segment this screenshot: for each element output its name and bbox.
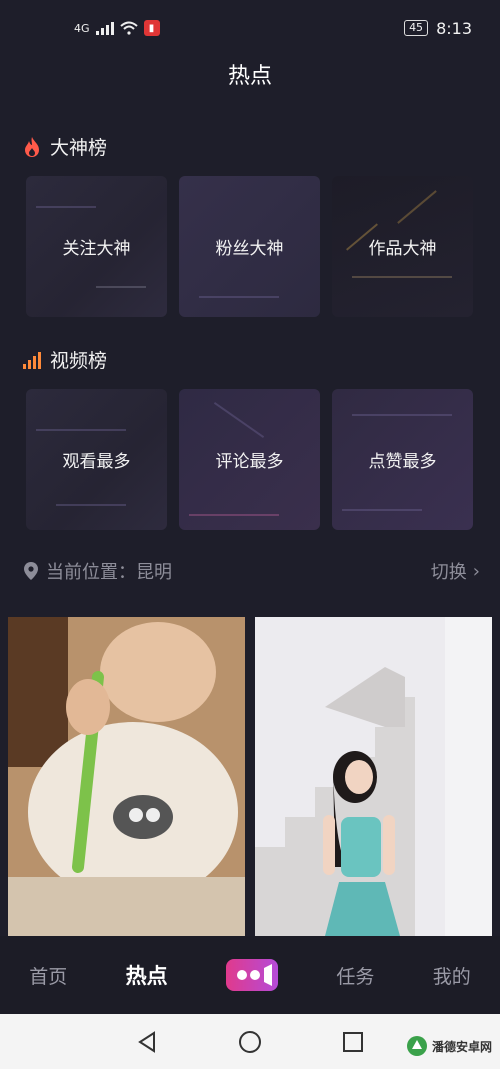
gods-section-title: 大神榜 — [50, 137, 108, 159]
watermark-logo-icon — [406, 1036, 427, 1056]
card-most-viewed[interactable]: 观看最多 — [26, 389, 167, 530]
card-works-gods[interactable]: 作品大神 — [332, 176, 473, 317]
gods-section-header: 大神榜 — [22, 133, 107, 160]
current-location: 当前位置：昆明 — [24, 558, 172, 584]
camera-record-button[interactable] — [225, 959, 278, 991]
clock: 8:13 — [436, 18, 472, 38]
page-title: 热点 — [227, 64, 272, 89]
card-label: 作品大神 — [368, 239, 437, 259]
videos-grid: 观看最多 评论最多 点赞最多 — [26, 389, 474, 530]
system-nav-bar: 潘德安卓网 — [0, 1014, 500, 1069]
video-camera-icon — [236, 964, 272, 986]
videos-section-title: 视频榜 — [50, 350, 108, 372]
back-icon[interactable] — [136, 1030, 158, 1054]
battery-icon: 45 — [404, 20, 429, 36]
home-icon[interactable] — [238, 1030, 262, 1054]
card-label: 评论最多 — [215, 452, 284, 472]
videos-section-header: 视频榜 — [22, 346, 107, 373]
card-fan-gods[interactable]: 粉丝大神 — [179, 176, 320, 317]
network-type: 4G — [74, 21, 90, 35]
baby-image — [8, 617, 245, 936]
bottom-nav: 首页 热点 任务 我的 — [0, 936, 500, 1014]
woman-image — [255, 617, 492, 936]
card-label: 观看最多 — [62, 452, 131, 472]
chevron-right-icon: › — [472, 560, 480, 582]
location-bar: 当前位置：昆明 切换 › — [24, 558, 480, 584]
nav-tasks[interactable]: 任务 — [336, 962, 374, 989]
video-feed — [8, 617, 492, 936]
card-label: 关注大神 — [62, 239, 131, 259]
watermark-text: 潘德安卓网 — [431, 1039, 492, 1054]
video-thumbnail-baby[interactable] — [8, 617, 245, 936]
location-pin-icon — [24, 562, 38, 580]
switch-label: 切换 — [430, 562, 467, 583]
switch-location-button[interactable]: 切换 › — [431, 558, 480, 584]
status-bar: 4G ▮ 45 8:13 — [0, 0, 500, 56]
signal-icon — [95, 21, 114, 35]
fire-icon — [25, 136, 39, 157]
card-follow-gods[interactable]: 关注大神 — [26, 176, 167, 317]
recents-icon[interactable] — [342, 1031, 364, 1053]
card-label: 点赞最多 — [368, 452, 437, 472]
nav-me[interactable]: 我的 — [433, 962, 471, 989]
status-icons: 4G ▮ — [74, 20, 160, 36]
video-thumbnail-woman[interactable] — [255, 617, 492, 936]
card-label: 粉丝大神 — [215, 239, 284, 259]
recording-icon: ▮ — [143, 20, 160, 36]
status-right: 45 8:13 — [404, 19, 472, 38]
wifi-icon — [119, 21, 138, 35]
bar-chart-icon — [23, 351, 41, 369]
card-most-liked[interactable]: 点赞最多 — [332, 389, 473, 530]
watermark: 潘德安卓网 — [406, 1035, 492, 1057]
nav-hot[interactable]: 热点 — [126, 960, 168, 990]
nav-home[interactable]: 首页 — [29, 962, 67, 989]
location-label: 当前位置：昆明 — [46, 562, 172, 583]
gods-grid: 关注大神 粉丝大神 作品大神 — [26, 176, 474, 317]
card-most-commented[interactable]: 评论最多 — [179, 389, 320, 530]
